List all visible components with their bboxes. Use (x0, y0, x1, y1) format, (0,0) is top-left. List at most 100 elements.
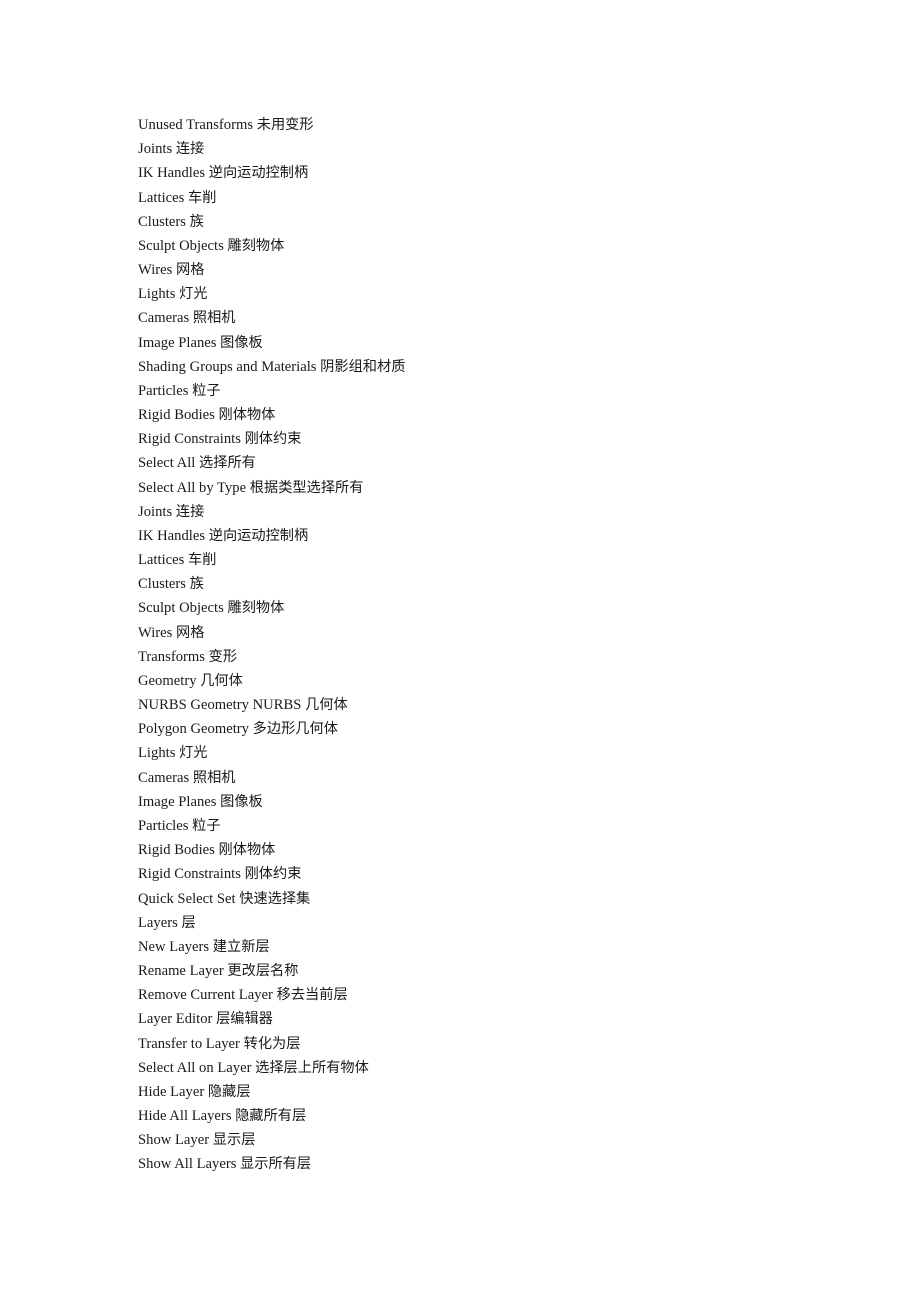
term-chinese: 快速选择集 (239, 890, 311, 907)
term-chinese: 雕刻物体 (227, 237, 285, 254)
term-english: Rigid Bodies (138, 407, 219, 424)
term-english: Joints (138, 141, 176, 158)
term-english: Sculpt Objects (138, 600, 228, 617)
term-chinese: 刚体约束 (244, 431, 302, 448)
glossary-line: Image Planes 图像板 (138, 790, 838, 814)
glossary-line: Hide Layer 隐藏层 (138, 1080, 838, 1104)
term-english: Rename Layer (138, 963, 228, 980)
term-chinese: 照相机 (192, 769, 236, 786)
glossary-line: Transforms 变形 (138, 645, 838, 669)
glossary-line: Particles 粒子 (138, 379, 838, 403)
term-chinese: 逆向运动控制柄 (208, 165, 309, 182)
term-english: Shading Groups and Materials (138, 358, 321, 375)
glossary-line: IK Handles 逆向运动控制柄 (138, 524, 838, 548)
term-english: Lattices (138, 552, 189, 569)
term-english: New Layers (138, 938, 213, 955)
term-chinese: 选择层上所有物体 (255, 1059, 369, 1076)
term-chinese: 连接 (175, 503, 205, 520)
term-chinese: 多边形几何体 (252, 721, 338, 738)
glossary-line: Hide All Layers 隐藏所有层 (138, 1104, 838, 1128)
glossary-line: Rename Layer 更改层名称 (138, 959, 838, 983)
term-english: Transforms (138, 648, 209, 665)
glossary-line: Cameras 照相机 (138, 306, 838, 330)
glossary-line: Quick Select Set 快速选择集 (138, 887, 838, 911)
glossary-line: Cameras 照相机 (138, 766, 838, 790)
glossary-line: Rigid Constraints 刚体约束 (138, 427, 838, 451)
glossary-line: Rigid Bodies 刚体物体 (138, 838, 838, 862)
term-chinese: 建立新层 (212, 938, 270, 955)
term-chinese: 移去当前层 (276, 987, 348, 1004)
glossary-line: Lights 灯光 (138, 282, 838, 306)
glossary-line: Polygon Geometry 多边形几何体 (138, 717, 838, 741)
term-english: Lights (138, 745, 180, 762)
glossary-line: Sculpt Objects 雕刻物体 (138, 234, 838, 258)
glossary-line: Clusters 族 (138, 572, 838, 596)
term-chinese: 隐藏所有层 (235, 1108, 307, 1125)
term-chinese: 变形 (208, 648, 238, 665)
glossary-line-list: Unused Transforms 未用变形 Joints 连接 IK Handle… (138, 113, 838, 1177)
term-english: Transfer to Layer (138, 1035, 244, 1052)
term-english: Wires (138, 262, 177, 279)
glossary-line: Wires 网格 (138, 258, 838, 282)
glossary-line: Wires 网格 (138, 621, 838, 645)
glossary-line: Lattices 车削 (138, 548, 838, 572)
document-page: Unused Transforms 未用变形 Joints 连接 IK Handle… (0, 0, 920, 1302)
glossary-line: New Layers 建立新层 (138, 935, 838, 959)
glossary-line: Lattices 车削 (138, 186, 838, 210)
term-english: Select All by Type (138, 479, 250, 496)
term-english: Cameras (138, 310, 193, 327)
glossary-line: Select All 选择所有 (138, 451, 838, 475)
term-english: IK Handles (138, 527, 209, 544)
term-chinese: 车削 (188, 189, 217, 206)
glossary-line: Layers 层 (138, 911, 838, 935)
term-chinese: 网格 (176, 262, 205, 279)
term-chinese: 几何体 (305, 697, 348, 714)
term-english: Quick Select Set (138, 890, 240, 907)
glossary-line: Rigid Bodies 刚体物体 (138, 403, 838, 427)
term-english: Show Layer (138, 1132, 213, 1149)
term-chinese: 图像板 (220, 334, 263, 351)
glossary-line: Transfer to Layer 转化为层 (138, 1032, 838, 1056)
term-english: Joints (138, 503, 176, 520)
glossary-line: Lights 灯光 (138, 741, 838, 765)
term-chinese: 未用变形 (256, 117, 314, 133)
term-english: Wires (138, 624, 177, 641)
term-english: Rigid Constraints (138, 431, 245, 448)
term-english: Cameras (138, 769, 193, 786)
term-chinese: 根据类型选择所有 (249, 479, 364, 496)
term-chinese: 层编辑器 (216, 1011, 273, 1028)
term-english: Hide All Layers (138, 1108, 236, 1125)
term-english: Show All Layers (138, 1156, 241, 1173)
term-english: Clusters (138, 576, 190, 593)
glossary-line: Select All on Layer 选择层上所有物体 (138, 1056, 838, 1080)
term-english: Remove Current Layer (138, 987, 277, 1004)
term-english: Particles (138, 382, 193, 399)
term-english: Layer Editor (138, 1011, 217, 1028)
term-chinese: 网格 (176, 624, 205, 641)
glossary-line: NURBS Geometry NURBS 几何体 (138, 693, 838, 717)
term-chinese: 族 (189, 213, 204, 230)
term-chinese: 粒子 (192, 817, 221, 834)
term-english: Rigid Bodies (138, 842, 219, 859)
term-english: Polygon Geometry (138, 721, 253, 738)
term-chinese: 灯光 (179, 286, 208, 303)
term-english: Select All on Layer (138, 1059, 256, 1076)
glossary-line: Show All Layers 显示所有层 (138, 1152, 838, 1176)
term-english: Rigid Constraints (138, 866, 245, 883)
term-chinese: 几何体 (200, 672, 243, 689)
term-chinese: 连接 (175, 141, 205, 158)
term-chinese: 隐藏层 (207, 1083, 251, 1100)
glossary-line: Clusters 族 (138, 210, 838, 234)
glossary-line: Shading Groups and Materials 阴影组和材质 (138, 355, 838, 379)
glossary-line: Select All by Type 根据类型选择所有 (138, 476, 838, 500)
term-english: Unused Transforms (138, 117, 257, 133)
term-chinese: 雕刻物体 (227, 600, 285, 617)
glossary-line: Remove Current Layer 移去当前层 (138, 983, 838, 1007)
glossary-line: IK Handles 逆向运动控制柄 (138, 161, 838, 185)
term-english: Lights (138, 286, 180, 303)
term-english: Image Planes (138, 334, 221, 351)
term-english: Sculpt Objects (138, 237, 228, 254)
term-chinese: 层 (181, 914, 196, 931)
term-english: NURBS Geometry NURBS (138, 697, 306, 714)
glossary-line: Geometry 几何体 (138, 669, 838, 693)
